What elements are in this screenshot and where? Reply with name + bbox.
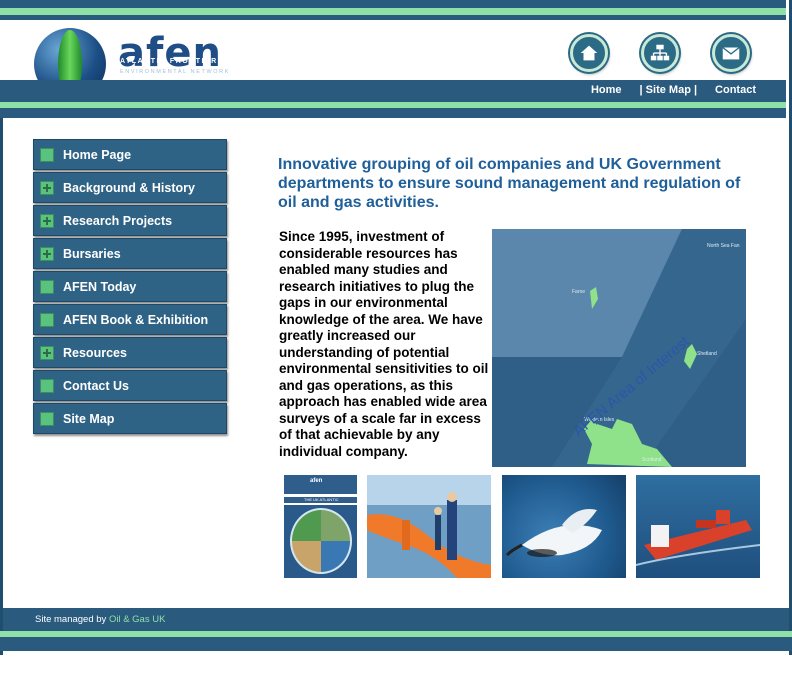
sidebar-item-bursaries[interactable]: Bursaries bbox=[33, 238, 227, 269]
sidebar-item-label: Resources bbox=[63, 345, 127, 360]
site-map-circle-button[interactable] bbox=[641, 34, 679, 72]
contact-envelope-icon bbox=[722, 46, 740, 60]
map-label-shetland: Shetland bbox=[697, 351, 717, 357]
nav-links: Home | Site Map | Contact bbox=[591, 84, 756, 96]
map-label-faroe: Faroe bbox=[572, 289, 586, 295]
map-label-north-sea-fan: North Sea Fan bbox=[707, 243, 740, 249]
sidebar-item-contact-us[interactable]: Contact Us bbox=[33, 370, 227, 401]
bullet-square-icon bbox=[40, 378, 54, 393]
sidebar-item-research-projects[interactable]: Research Projects bbox=[33, 205, 227, 236]
intro-paragraph: Since 1995, investment of considerable r… bbox=[279, 229, 489, 459]
footer-text: Site managed by Oil & Gas UK bbox=[35, 614, 165, 625]
site-map-icon bbox=[650, 44, 670, 61]
sidebar-item-label: Background & History bbox=[63, 180, 195, 195]
sidebar-item-background-history[interactable]: Background & History bbox=[33, 172, 227, 203]
sidebar-item-label: Research Projects bbox=[63, 213, 173, 228]
oil-boom-scene bbox=[367, 475, 491, 578]
book-cover-globe bbox=[290, 508, 352, 574]
sidebar-item-label: Contact Us bbox=[63, 378, 129, 393]
expand-plus-icon[interactable] bbox=[40, 180, 54, 195]
sidebar-menu: Home Page Background & History Research … bbox=[33, 139, 227, 436]
book-cover-title: afen bbox=[310, 478, 323, 484]
home-icon bbox=[580, 45, 598, 61]
sidebar-item-site-map[interactable]: Site Map bbox=[33, 403, 227, 434]
bullet-square-icon bbox=[40, 279, 54, 294]
bullet-square-icon bbox=[40, 411, 54, 426]
sidebar-item-label: Bursaries bbox=[63, 246, 121, 261]
nav-bar: Home | Site Map | Contact bbox=[0, 80, 786, 102]
top-stripe bbox=[0, 8, 786, 15]
footer-prefix: Site managed by bbox=[35, 614, 109, 625]
sidebar-item-label: Site Map bbox=[63, 411, 115, 426]
expand-plus-icon[interactable] bbox=[40, 246, 54, 261]
sidebar-item-home-page[interactable]: Home Page bbox=[33, 139, 227, 170]
map-label-scotland: Scotland bbox=[642, 457, 662, 463]
book-cover-subtitle: THE UK ATLANTIC bbox=[304, 497, 339, 502]
book-cover-image bbox=[284, 505, 357, 578]
page-headline: Innovative grouping of oil companies and… bbox=[278, 156, 741, 211]
book-cover-subheader: THE UK ATLANTIC bbox=[284, 497, 357, 503]
sidebar-item-afen-today[interactable]: AFEN Today bbox=[33, 271, 227, 302]
seabird-scene bbox=[505, 509, 602, 557]
footer-under-bar bbox=[0, 637, 792, 651]
footer-oil-gas-uk-link[interactable]: Oil & Gas UK bbox=[109, 614, 166, 625]
sidebar-item-label: AFEN Book & Exhibition bbox=[63, 312, 209, 327]
bullet-square-icon bbox=[40, 312, 54, 327]
logo-tagline-2: ENVIRONMENTAL NETWORK bbox=[120, 69, 230, 75]
nav-under-bar bbox=[0, 108, 786, 118]
sidebar-item-label: AFEN Today bbox=[63, 279, 137, 294]
expand-plus-icon[interactable] bbox=[40, 213, 54, 228]
nav-home-link[interactable]: Home bbox=[591, 84, 622, 96]
vessel-scene bbox=[636, 510, 760, 566]
logo-area: afen bbox=[0, 20, 786, 100]
oil-spill-boom-photo[interactable] bbox=[367, 475, 491, 578]
nav-contact-link[interactable]: Contact bbox=[715, 84, 756, 96]
book-cover-header: afen bbox=[284, 475, 357, 494]
survey-vessel-photo[interactable] bbox=[636, 475, 760, 578]
sidebar-item-afen-book-exhibition[interactable]: AFEN Book & Exhibition bbox=[33, 304, 227, 335]
map-graphic bbox=[492, 229, 746, 467]
home-circle-button[interactable] bbox=[570, 34, 608, 72]
nav-site-map-link[interactable]: | Site Map | bbox=[640, 84, 698, 96]
afen-area-map: North Sea Fan Faroe Shetland Western Isl… bbox=[492, 229, 746, 467]
sidebar-item-resources[interactable]: Resources bbox=[33, 337, 227, 368]
oiled-seabird-photo[interactable] bbox=[502, 475, 626, 578]
logo-tagline-1: ATLANTIC FRONTIER bbox=[120, 58, 218, 65]
footer-bar: Site managed by Oil & Gas UK bbox=[0, 608, 792, 631]
top-bar bbox=[0, 0, 786, 20]
book-cover-thumbnail[interactable]: afen THE UK ATLANTIC bbox=[284, 475, 357, 578]
expand-plus-icon[interactable] bbox=[40, 345, 54, 360]
contact-circle-button[interactable] bbox=[712, 34, 750, 72]
sidebar-item-label: Home Page bbox=[63, 147, 132, 162]
bullet-square-icon bbox=[40, 147, 54, 162]
